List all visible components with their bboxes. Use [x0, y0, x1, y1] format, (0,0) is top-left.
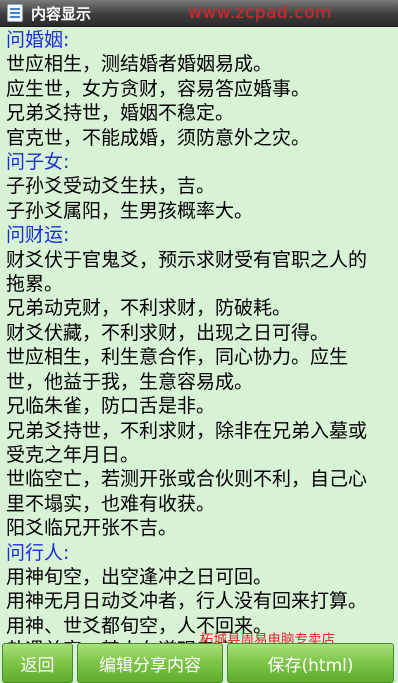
content-line: 官克世，不能成婚，须防意外之灾。: [6, 126, 311, 149]
document-icon: [7, 4, 23, 22]
content-line: 兄弟动克财，不利求财，防破耗。: [6, 297, 292, 320]
content-line: 世应相生，利生意合作，同心协力。应生: [6, 346, 349, 369]
content-line: 子孙爻属阳，生男孩概率大。: [6, 199, 254, 222]
content-line: 用神旬空，出空逢冲之日可回。: [6, 565, 273, 588]
content-line: 世应相生，测结婚者婚姻易成。: [6, 53, 273, 76]
content-line: 世，他益于我，生意容易成。: [6, 370, 254, 393]
section-heading: 问财运:: [6, 224, 70, 247]
content-line: 财爻伏于官鬼爻，预示求财受有官职之人的: [6, 248, 368, 271]
content-line: 阳爻临兄开张不吉。: [6, 517, 178, 540]
title-bar: 内容显示 www.zcpad.com: [0, 0, 398, 27]
section-heading: 问婚姻:: [6, 29, 70, 51]
content-line: 世临空亡，若测开张或合伙则不利，自己心: [6, 468, 368, 491]
content-line: 兄临朱雀，防口舌是非。: [6, 395, 216, 418]
content-line: 兄弟爻持世，不利求财，除非在兄弟入墓或: [6, 419, 368, 442]
save-html-button[interactable]: 保存(html): [227, 643, 394, 683]
content-line: 财爻伏藏，不利求财，出现之日可得。: [6, 321, 330, 344]
back-button[interactable]: 返回: [2, 643, 73, 683]
content-line: 子孙爻受动爻生扶，吉。: [6, 175, 216, 198]
content-line: 受克之年月日。: [6, 443, 140, 466]
section-heading: 问子女:: [6, 151, 70, 174]
bottom-toolbar: 返回 编辑分享内容 保存(html): [0, 643, 398, 683]
content-line: 拖累。: [6, 273, 64, 296]
window-title: 内容显示: [31, 4, 92, 23]
content-line: 用神无月日动爻冲者，行人没有回来打算。: [6, 590, 368, 613]
edit-share-button[interactable]: 编辑分享内容: [77, 643, 223, 683]
site-watermark: www.zcpad.com: [188, 3, 333, 23]
section-heading: 问行人:: [6, 541, 70, 564]
content-line: 里不塌实，也难有收获。: [6, 492, 216, 515]
content-line: 应生世，女方贪财，容易答应婚事。: [6, 77, 311, 100]
content-line: 兄弟爻持世，婚姻不稳定。: [6, 102, 235, 125]
content-text-area[interactable]: 问婚姻: 世应相生，测结婚者婚姻易成。 应生世，女方贪财，容易答应婚事。 兄弟爻持世，…: [0, 27, 398, 643]
